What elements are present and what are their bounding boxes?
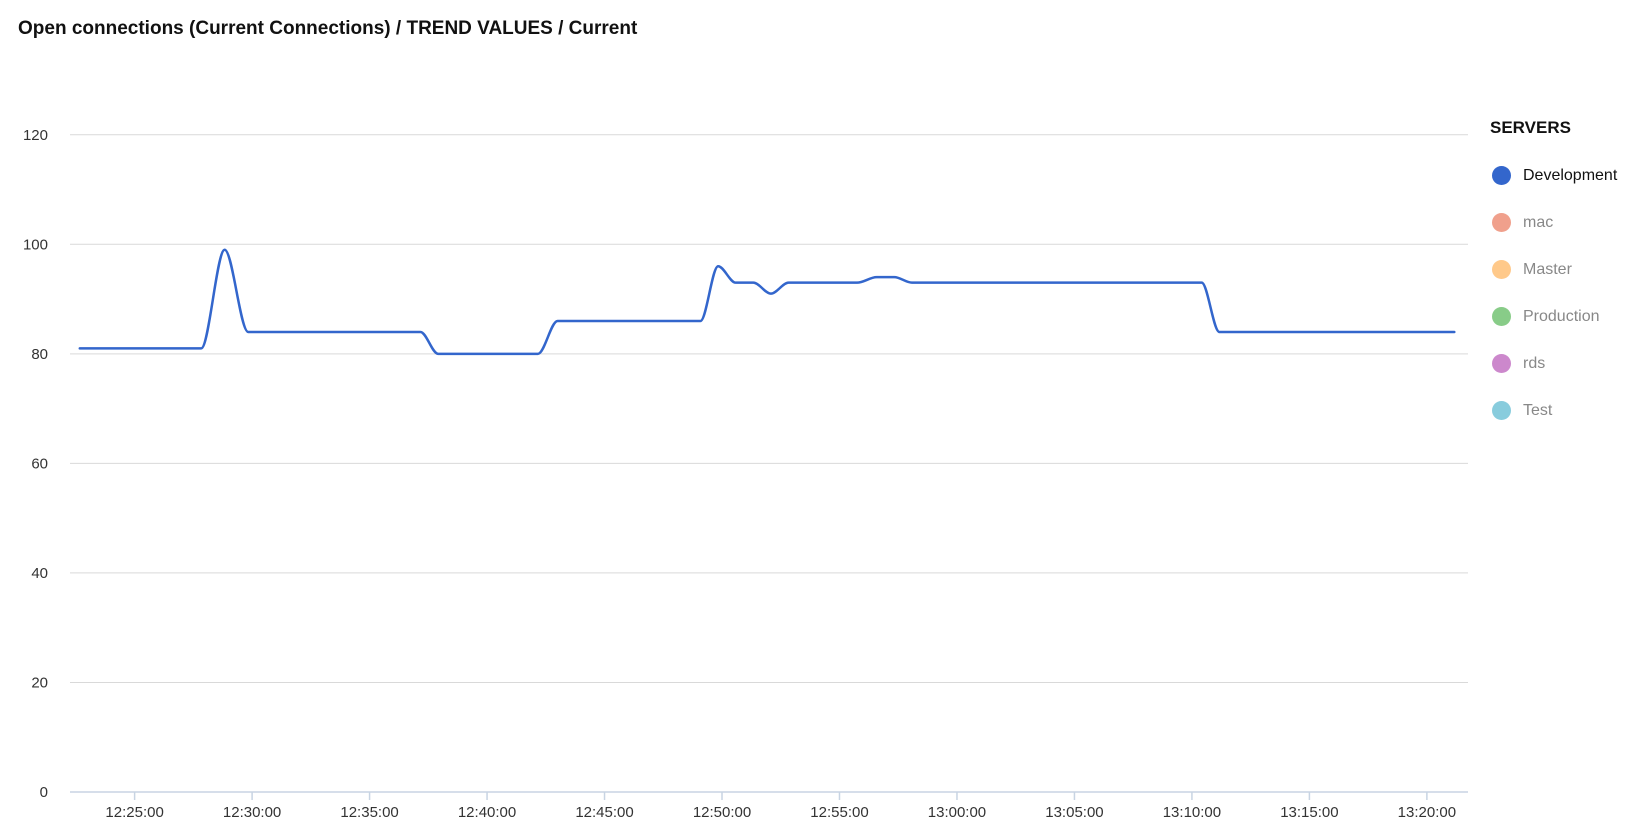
- legend-swatch-icon: [1492, 401, 1511, 420]
- x-tick-label: 12:35:00: [340, 804, 398, 821]
- x-tick-label: 13:05:00: [1045, 804, 1103, 821]
- series-lines: [78, 248, 1456, 356]
- x-tick-label: 12:40:00: [458, 804, 516, 821]
- chart-container: Open connections (Current Connections) /…: [0, 0, 1637, 833]
- legend: SERVERS Development mac Master Production rd…: [1490, 118, 1630, 444]
- x-tick-label: 13:10:00: [1163, 804, 1221, 821]
- y-tick-label: 80: [31, 346, 48, 363]
- legend-title: SERVERS: [1490, 118, 1571, 137]
- legend-swatch-icon: [1492, 307, 1511, 326]
- legend-swatch-icon: [1492, 213, 1511, 232]
- x-axis: 12:25:00 12:30:00 12:35:00 12:40:00 12:45:00…: [70, 791, 1468, 821]
- series-line-development[interactable]: [78, 248, 1456, 356]
- x-tick-label: 13:15:00: [1280, 804, 1338, 821]
- legend-item-mac[interactable]: mac: [1490, 199, 1630, 246]
- legend-swatch-icon: [1492, 260, 1511, 279]
- y-tick-label: 0: [40, 784, 48, 801]
- x-tick-label: 12:30:00: [223, 804, 281, 821]
- legend-label: Master: [1523, 260, 1572, 278]
- legend-item-test[interactable]: Test: [1490, 387, 1630, 434]
- x-tick-label: 12:55:00: [810, 804, 868, 821]
- legend-label: rds: [1523, 354, 1546, 372]
- legend-item-rds[interactable]: rds: [1490, 340, 1630, 387]
- legend-swatch-icon: [1492, 354, 1511, 373]
- line-chart: 0 20 40 60 80 100 120 12:25:00 12:30:00 12:35:00…: [23, 127, 1468, 821]
- y-axis-ticks: 0 20 40 60 80 100 120: [23, 127, 48, 801]
- legend-label: Test: [1523, 401, 1553, 419]
- legend-label: mac: [1523, 213, 1554, 231]
- y-tick-label: 100: [23, 236, 48, 253]
- x-tick-label: 13:00:00: [928, 804, 986, 821]
- legend-item-development[interactable]: Development: [1490, 152, 1630, 199]
- y-tick-label: 20: [31, 674, 48, 691]
- legend-label: Development: [1523, 166, 1618, 184]
- x-tick-label: 12:25:00: [105, 804, 163, 821]
- legend-label: Production: [1523, 307, 1600, 325]
- legend-item-production[interactable]: Production: [1490, 293, 1630, 340]
- legend-swatch-icon: [1492, 166, 1511, 185]
- grid-lines: [70, 134, 1468, 683]
- y-tick-label: 120: [23, 127, 48, 144]
- x-tick-label: 13:20:00: [1398, 804, 1456, 821]
- y-tick-label: 40: [31, 565, 48, 582]
- legend-item-master[interactable]: Master: [1490, 246, 1630, 293]
- y-tick-label: 60: [31, 455, 48, 472]
- x-tick-label: 12:45:00: [575, 804, 633, 821]
- x-tick-label: 12:50:00: [693, 804, 751, 821]
- legend-items: Development mac Master Production rds Test: [1490, 152, 1630, 434]
